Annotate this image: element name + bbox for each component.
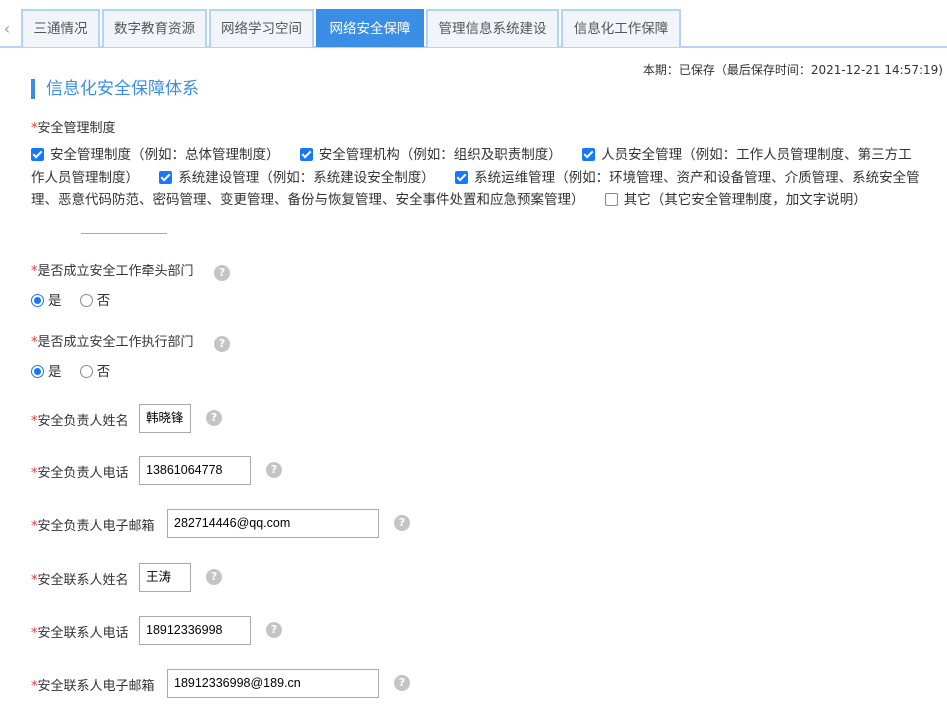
q1-radio-group: 是 否: [31, 289, 124, 309]
owner-phone-input[interactable]: 13861064778: [139, 456, 251, 485]
checkbox[interactable]: [604, 193, 618, 206]
checkbox[interactable]: [455, 170, 469, 184]
tab-santong[interactable]: 三通情况: [21, 9, 100, 47]
radio[interactable]: [79, 294, 93, 307]
checkbox[interactable]: [582, 148, 596, 161]
radio-no[interactable]: 否: [79, 364, 110, 380]
contact-phone-input[interactable]: 18912336998: [139, 616, 251, 645]
radio[interactable]: [31, 365, 44, 378]
help-icon[interactable]: ?: [394, 675, 410, 691]
checkbox-option[interactable]: 系统建设管理（例如：系统建设安全制度）: [159, 170, 435, 186]
radio-yes[interactable]: 是: [31, 293, 62, 309]
mgmt-label: *安全管理制度: [31, 121, 116, 136]
owner-name-input[interactable]: 韩晓锋: [139, 404, 191, 433]
save-status: 本期：已保存（最后保存时间：2021-12-21 14:57:19): [642, 63, 943, 77]
q1-label: *是否成立安全工作牵头部门: [31, 264, 194, 279]
chevron-left-icon[interactable]: ‹: [0, 19, 14, 38]
help-icon[interactable]: ?: [206, 569, 222, 585]
radio[interactable]: [79, 365, 93, 378]
radio-yes[interactable]: 是: [31, 364, 62, 380]
mgmt-checkbox-group: 安全管理制度（例如：总体管理制度） 安全管理机构（例如：组织及职责制度） 人员安…: [31, 144, 921, 234]
checkbox[interactable]: [31, 148, 44, 161]
help-icon[interactable]: ?: [206, 410, 222, 426]
checkbox-option[interactable]: 安全管理制度（例如：总体管理制度）: [31, 147, 280, 163]
help-icon[interactable]: ?: [214, 336, 230, 352]
owner-email-input[interactable]: 282714446@qq.com: [167, 509, 379, 538]
other-text-input[interactable]: [81, 220, 167, 234]
tab-digital-resources[interactable]: 数字教育资源: [102, 9, 207, 47]
checkbox[interactable]: [159, 170, 173, 184]
checkbox-option[interactable]: 安全管理机构（例如：组织及职责制度）: [299, 147, 562, 163]
radio[interactable]: [31, 294, 44, 307]
help-icon[interactable]: ?: [394, 515, 410, 531]
tab-mis-construction[interactable]: 管理信息系统建设: [426, 9, 559, 47]
tab-learning-space[interactable]: 网络学习空间: [209, 9, 314, 47]
help-icon[interactable]: ?: [266, 462, 282, 478]
tab-bar: ‹ 三通情况 数字教育资源 网络学习空间 网络安全保障 管理信息系统建设 信息化…: [0, 9, 947, 48]
contact-name-input[interactable]: 王涛: [139, 563, 191, 592]
help-icon[interactable]: ?: [266, 622, 282, 638]
tab-network-security[interactable]: 网络安全保障: [316, 9, 424, 47]
radio-no[interactable]: 否: [79, 293, 110, 309]
q2-radio-group: 是 否: [31, 360, 124, 380]
contact-email-input[interactable]: 18912336998@189.cn: [167, 669, 379, 698]
checkbox-option[interactable]: 其它（其它安全管理制度，加文字说明）: [604, 192, 867, 208]
help-icon[interactable]: ?: [214, 265, 230, 281]
tab-it-support[interactable]: 信息化工作保障: [561, 9, 681, 47]
q2-label: *是否成立安全工作执行部门: [31, 335, 194, 350]
section-title: 信息化安全保障体系: [31, 79, 199, 99]
checkbox[interactable]: [299, 148, 313, 161]
